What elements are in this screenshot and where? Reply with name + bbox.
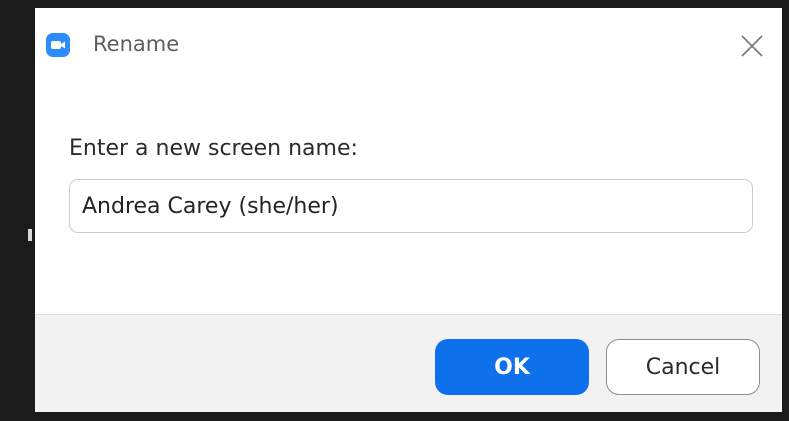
dialog-body: Enter a new screen name: [35,80,782,314]
close-icon [741,35,763,57]
dialog-title: Rename [93,32,180,56]
dialog-titlebar: Rename [35,8,782,80]
close-button[interactable] [732,26,772,66]
cancel-button[interactable]: Cancel [606,339,760,395]
screen-name-prompt: Enter a new screen name: [69,136,358,161]
ok-button[interactable]: OK [435,339,589,395]
zoom-camera-icon [46,33,70,57]
backdrop-edge-mark [28,229,32,241]
rename-dialog: Rename Enter a new screen name: OK Cance… [35,8,782,412]
dialog-footer: OK Cancel [35,314,782,412]
screen-name-input[interactable] [69,179,753,233]
